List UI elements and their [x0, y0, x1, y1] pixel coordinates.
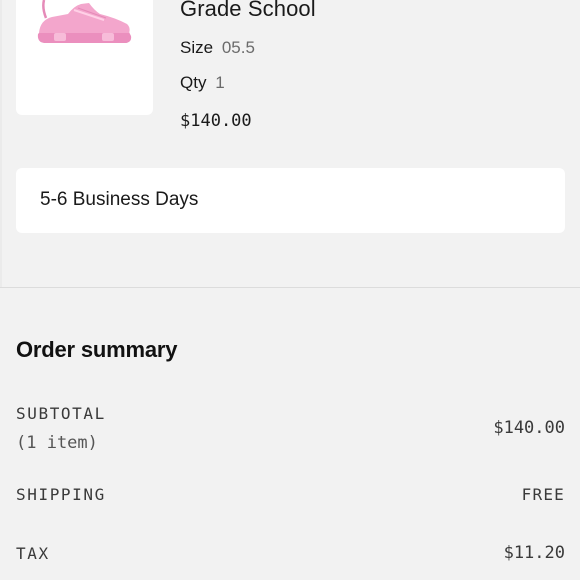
- shipping-label: SHIPPING: [16, 485, 106, 504]
- left-edge-divider: [0, 0, 2, 287]
- pink-sneaker-image: [37, 0, 132, 43]
- size-value: 05.5: [221, 38, 255, 57]
- shipping-value: FREE: [521, 485, 565, 504]
- order-summary-title: Order summary: [16, 337, 178, 362]
- section-divider: [0, 287, 580, 288]
- product-thumbnail[interactable]: [16, 0, 153, 115]
- product-price: $140.00: [180, 111, 252, 131]
- checkout-page: Grade School Size 05.5 Qty 1 $140.00 5-6…: [0, 0, 580, 580]
- qty-value: 1: [215, 73, 225, 92]
- size-label: Size: [180, 38, 214, 57]
- subtotal-value: $140.00: [493, 418, 565, 438]
- tax-value: $11.20: [503, 543, 565, 563]
- product-name: Grade School: [180, 0, 316, 21]
- delivery-estimate-text: 5-6 Business Days: [40, 189, 199, 210]
- tax-label: TAX: [16, 544, 50, 563]
- product-quantity: Qty 1: [180, 73, 225, 93]
- qty-label: Qty: [180, 73, 207, 92]
- product-size: Size 05.5: [180, 38, 255, 58]
- item-count: (1 item): [16, 433, 98, 453]
- subtotal-label: SUBTOTAL: [16, 404, 106, 423]
- delivery-estimate-card[interactable]: 5-6 Business Days: [16, 168, 565, 233]
